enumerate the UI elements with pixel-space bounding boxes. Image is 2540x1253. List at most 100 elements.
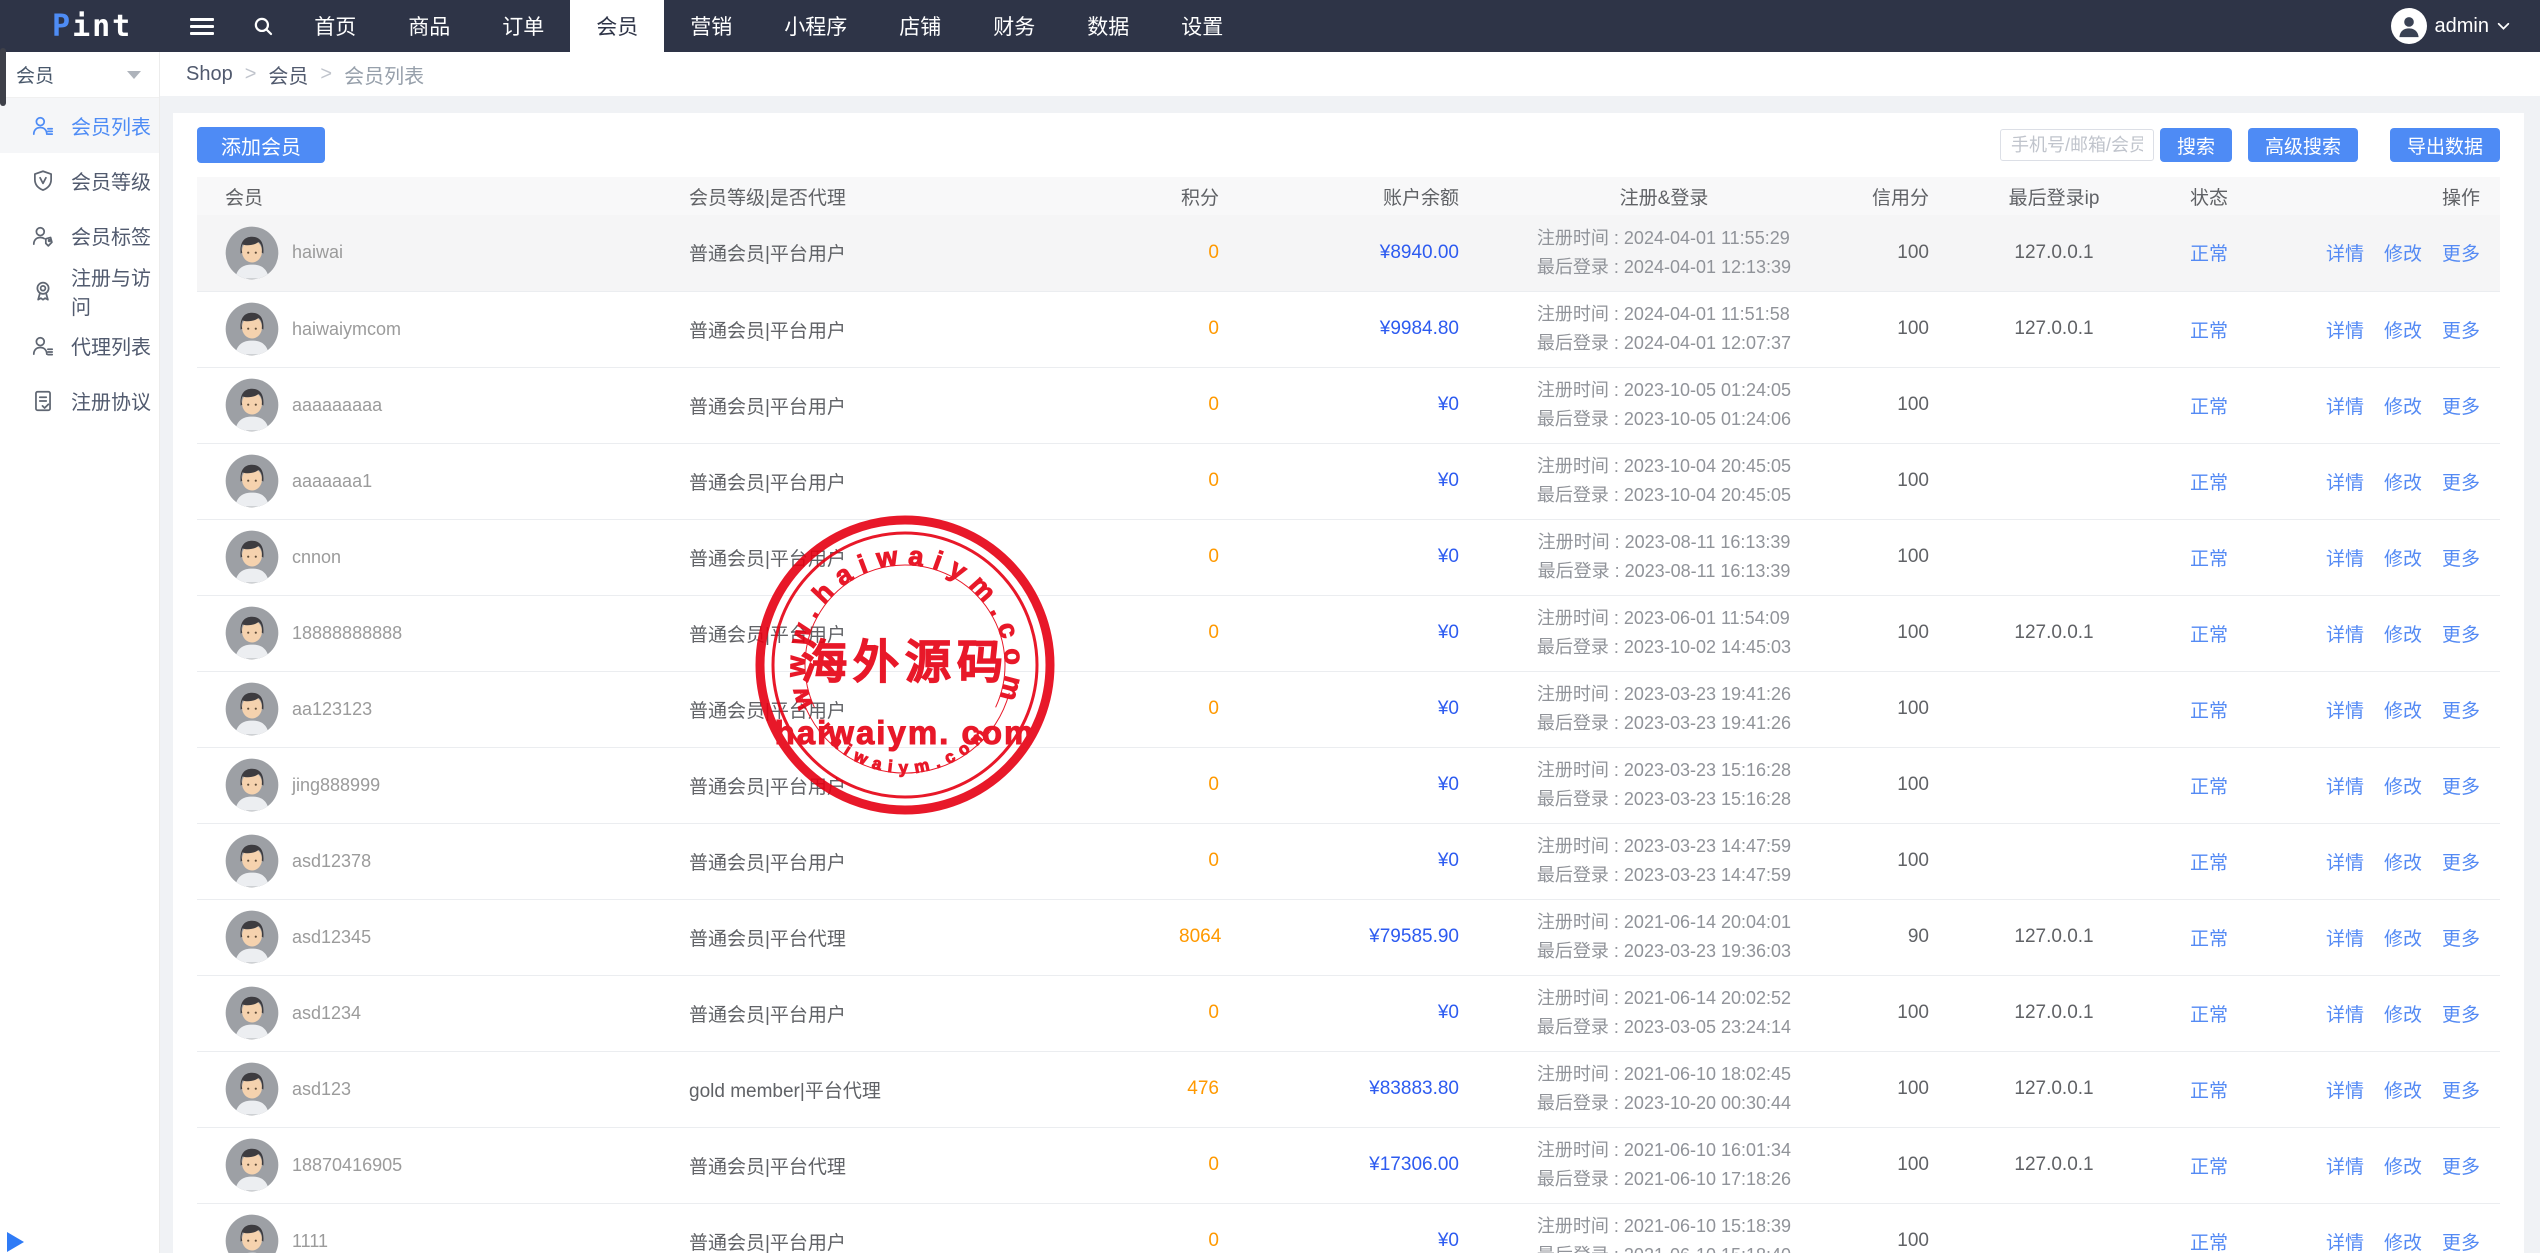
search-button[interactable]: 搜索 [2159, 128, 2232, 162]
edit-link[interactable]: 修改 [2384, 549, 2422, 570]
logo-prefix: P [52, 8, 73, 44]
edit-link[interactable]: 修改 [2384, 1081, 2422, 1102]
last-login-ip: 127.0.0.1 [1949, 215, 2159, 292]
detail-link[interactable]: 详情 [2326, 853, 2364, 874]
breadcrumb-separator: > [244, 62, 257, 85]
edit-link[interactable]: 修改 [2384, 473, 2422, 494]
edit-link[interactable]: 修改 [2384, 853, 2422, 874]
nav-item-member[interactable]: 会员 [570, 0, 665, 52]
more-link[interactable]: 更多 [2442, 853, 2480, 874]
last-login-ip [1949, 367, 2159, 444]
nav-item-order[interactable]: 订单 [476, 0, 570, 52]
hamburger-menu-icon[interactable] [190, 14, 215, 39]
search-icon[interactable] [252, 15, 274, 37]
add-member-button[interactable]: 添加会员 [197, 127, 325, 163]
nav-item-home[interactable]: 首页 [288, 0, 382, 52]
member-list-icon [30, 113, 56, 139]
more-link[interactable]: 更多 [2442, 1005, 2480, 1026]
detail-link[interactable]: 详情 [2326, 777, 2364, 798]
status-badge[interactable]: 正常 [2159, 215, 2259, 292]
sidebar-item-member-list[interactable]: 会员列表 [0, 98, 159, 153]
status-badge[interactable]: 正常 [2159, 1051, 2259, 1128]
status-badge[interactable]: 正常 [2159, 899, 2259, 976]
more-link[interactable]: 更多 [2442, 1157, 2480, 1178]
more-link[interactable]: 更多 [2442, 701, 2480, 722]
last-login-ip: 127.0.0.1 [1949, 975, 2159, 1052]
member-credit-score: 90 [1849, 899, 1949, 976]
status-badge[interactable]: 正常 [2159, 595, 2259, 672]
detail-link[interactable]: 详情 [2326, 1233, 2364, 1253]
breadcrumb-item[interactable]: 会员 [268, 60, 308, 89]
edit-link[interactable]: 修改 [2384, 244, 2422, 265]
status-badge[interactable]: 正常 [2159, 291, 2259, 368]
sidebar-item-member-level[interactable]: 会员等级 [0, 153, 159, 208]
detail-link[interactable]: 详情 [2326, 1005, 2364, 1026]
more-link[interactable]: 更多 [2442, 244, 2480, 265]
advanced-search-button[interactable]: 高级搜索 [2247, 128, 2358, 162]
status-badge[interactable]: 正常 [2159, 671, 2259, 748]
export-data-button[interactable]: 导出数据 [2389, 128, 2500, 162]
edit-link[interactable]: 修改 [2384, 1005, 2422, 1026]
detail-link[interactable]: 详情 [2326, 321, 2364, 342]
nav-item-shop[interactable]: 店铺 [873, 0, 967, 52]
status-badge[interactable]: 正常 [2159, 519, 2259, 596]
status-badge[interactable]: 正常 [2159, 443, 2259, 520]
sidebar-item-register-agreement[interactable]: 注册协议 [0, 373, 159, 428]
detail-link[interactable]: 详情 [2326, 473, 2364, 494]
more-link[interactable]: 更多 [2442, 1081, 2480, 1102]
member-level: 普通会员|平台用户 [659, 1203, 1179, 1253]
detail-link[interactable]: 详情 [2326, 625, 2364, 646]
caret-down-icon [127, 70, 141, 79]
member-points: 0 [1179, 975, 1259, 1052]
nav-item-miniapp[interactable]: 小程序 [758, 0, 873, 52]
more-link[interactable]: 更多 [2442, 473, 2480, 494]
app-logo[interactable]: Pint [52, 9, 132, 44]
detail-link[interactable]: 详情 [2326, 549, 2364, 570]
edit-link[interactable]: 修改 [2384, 625, 2422, 646]
member-points: 0 [1179, 215, 1259, 292]
more-link[interactable]: 更多 [2442, 929, 2480, 950]
status-badge[interactable]: 正常 [2159, 1203, 2259, 1253]
edit-link[interactable]: 修改 [2384, 1233, 2422, 1253]
detail-link[interactable]: 详情 [2326, 244, 2364, 265]
sidebar-item-register-access[interactable]: 注册与访问 [0, 263, 159, 319]
edit-link[interactable]: 修改 [2384, 397, 2422, 418]
more-link[interactable]: 更多 [2442, 549, 2480, 570]
edit-link[interactable]: 修改 [2384, 1157, 2422, 1178]
corner-expand-button[interactable] [7, 1232, 24, 1252]
detail-link[interactable]: 详情 [2326, 397, 2364, 418]
nav-item-finance[interactable]: 财务 [967, 0, 1061, 52]
more-link[interactable]: 更多 [2442, 1233, 2480, 1253]
edit-link[interactable]: 修改 [2384, 321, 2422, 342]
sidebar-scrollbar-thumb[interactable] [0, 48, 6, 106]
member-balance: ¥0 [1259, 443, 1479, 520]
more-link[interactable]: 更多 [2442, 321, 2480, 342]
sidebar-title[interactable]: 会员 [0, 52, 159, 98]
nav-item-goods[interactable]: 商品 [382, 0, 476, 52]
detail-link[interactable]: 详情 [2326, 1081, 2364, 1102]
more-link[interactable]: 更多 [2442, 397, 2480, 418]
status-badge[interactable]: 正常 [2159, 975, 2259, 1052]
nav-item-data[interactable]: 数据 [1061, 0, 1155, 52]
edit-link[interactable]: 修改 [2384, 701, 2422, 722]
more-link[interactable]: 更多 [2442, 625, 2480, 646]
sidebar-item-member-tag[interactable]: 会员标签 [0, 208, 159, 263]
search-input[interactable] [1999, 129, 2154, 161]
status-badge[interactable]: 正常 [2159, 367, 2259, 444]
user-menu[interactable]: admin [2390, 8, 2510, 44]
member-avatar [225, 1138, 279, 1192]
status-badge[interactable]: 正常 [2159, 823, 2259, 900]
detail-link[interactable]: 详情 [2326, 1157, 2364, 1178]
detail-link[interactable]: 详情 [2326, 701, 2364, 722]
status-badge[interactable]: 正常 [2159, 1127, 2259, 1204]
status-badge[interactable]: 正常 [2159, 747, 2259, 824]
more-link[interactable]: 更多 [2442, 777, 2480, 798]
breadcrumb-item[interactable]: Shop [186, 63, 233, 86]
edit-link[interactable]: 修改 [2384, 929, 2422, 950]
member-name: haiwaiymcom [292, 318, 402, 339]
sidebar-item-agent-list[interactable]: 代理列表 [0, 318, 159, 373]
nav-item-marketing[interactable]: 营销 [664, 0, 758, 52]
edit-link[interactable]: 修改 [2384, 777, 2422, 798]
detail-link[interactable]: 详情 [2326, 929, 2364, 950]
nav-item-settings[interactable]: 设置 [1155, 0, 1249, 52]
